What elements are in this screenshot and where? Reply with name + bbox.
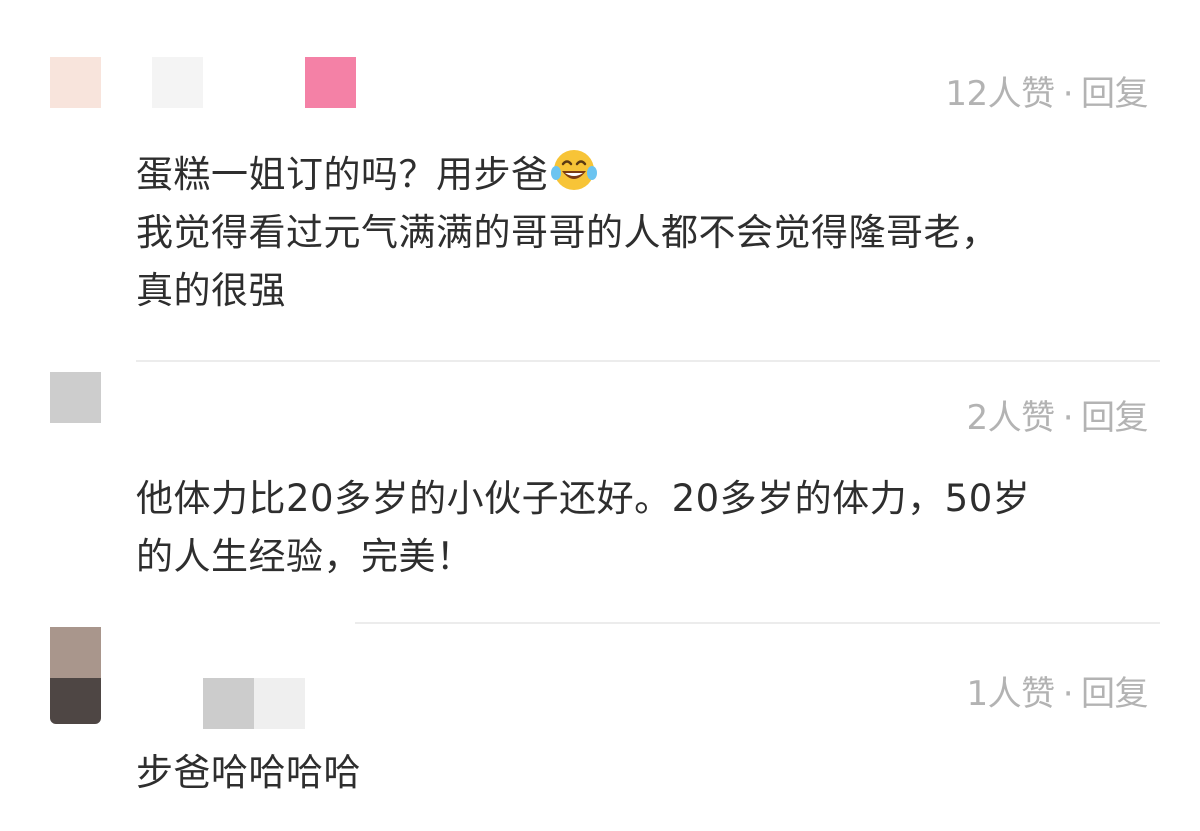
comment-text: 步爸哈哈哈哈 [136, 744, 1166, 802]
comment-meta: 1人赞 · 回复 [967, 666, 1149, 715]
meta-separator: · [1062, 674, 1074, 714]
comment-item: 1人赞 · 回复 步爸哈哈哈哈 [0, 0, 1200, 831]
reply-button[interactable]: 回复 [1081, 674, 1149, 714]
username-blurred[interactable] [254, 678, 305, 729]
avatar-lower [50, 678, 101, 724]
avatar[interactable] [50, 627, 101, 678]
username-blurred[interactable] [203, 678, 254, 729]
like-count[interactable]: 1人赞 [967, 674, 1056, 714]
comment-line: 步爸哈哈哈哈 [136, 751, 361, 794]
